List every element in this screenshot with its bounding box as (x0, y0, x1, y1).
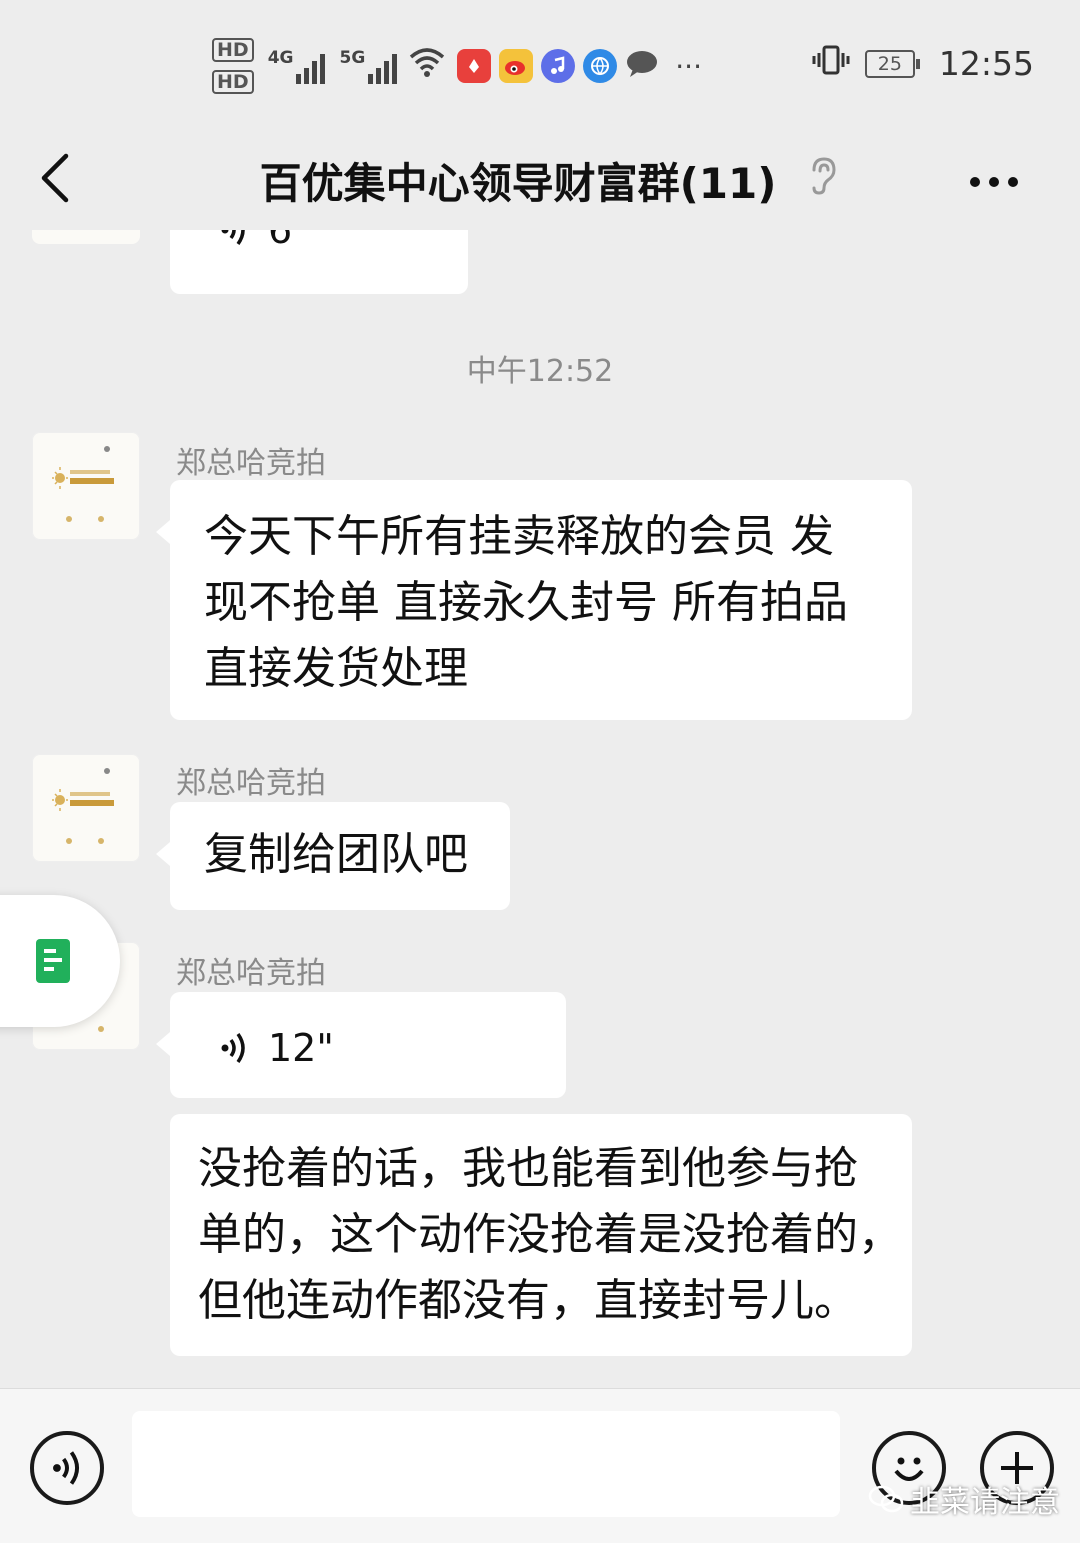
network-label-1: 4G (267, 48, 294, 68)
status-right: 25 12:55 (811, 44, 1034, 83)
signal-4g-icon: 4G (268, 48, 326, 84)
voice-message-bubble[interactable]: 6" (170, 230, 468, 294)
voice-duration: 12" (268, 1026, 334, 1070)
input-bar: 韭菜请注意 (0, 1388, 1080, 1543)
sender-name: 郑总哈竞拍 (176, 956, 326, 991)
message-text: 复制给团队吧 (204, 829, 468, 880)
voice-message: 12" (220, 1026, 334, 1070)
wechat-icon (868, 1485, 904, 1513)
earpiece-mode-icon (806, 156, 840, 196)
message-bubble[interactable]: 今天下午所有挂卖释放的会员 发 现不抢单 直接永久封号 所有拍品 直接发货处理 (156, 480, 912, 720)
logo-image (52, 789, 114, 811)
message-line: 单的，这个动作没抢着是没抢着的， (198, 1209, 902, 1260)
chat-bubble-icon (625, 49, 659, 83)
message-line: 现不抢单 直接永久封号 所有拍品 (204, 577, 848, 628)
avatar[interactable] (32, 754, 140, 862)
wifi-icon (409, 47, 445, 85)
more-icon (970, 177, 1018, 187)
voice-icon (53, 1451, 80, 1485)
avatar[interactable] (32, 432, 140, 540)
document-icon (36, 939, 70, 983)
more-options-button[interactable] (968, 160, 1020, 190)
message-line: 但他连动作都没有，直接封号儿。 (198, 1275, 858, 1326)
status-left: HD HD 4G 5G ··· (212, 38, 702, 94)
hd-badge-2: HD (212, 70, 254, 94)
sender-name: 郑总哈竞拍 (176, 766, 326, 801)
timestamp: 中午12:52 (466, 354, 614, 389)
voice-input-button[interactable] (30, 1431, 104, 1505)
message-text: 没抢着的话，我也能看到他参与抢 单的，这个动作没抢着是没抢着的， 但他连动作都没… (198, 1136, 902, 1334)
hd-badge-1: HD (212, 38, 254, 62)
message-text: 今天下午所有挂卖释放的会员 发 现不抢单 直接永久封号 所有拍品 直接发货处理 (204, 504, 848, 702)
vibrate-icon (811, 45, 851, 83)
logo-image (52, 467, 114, 489)
voice-wave-icon (221, 230, 245, 246)
chat-area[interactable]: 6" 中午12:52 郑总哈竞拍 今天下午所有挂卖释放的会员 发 现不抢单 直接… (0, 230, 1080, 1388)
voice-wave-icon (221, 1032, 245, 1064)
message-input[interactable] (132, 1411, 840, 1517)
browser-icon (583, 49, 618, 83)
status-time: 12:55 (938, 44, 1034, 83)
avatar-partial (32, 230, 140, 244)
battery-icon: 25 (864, 49, 920, 78)
message-line: 今天下午所有挂卖释放的会员 发 (204, 511, 834, 562)
message-bubble[interactable]: 复制给团队吧 (156, 802, 510, 910)
voice-message-bubble[interactable]: 12" (156, 992, 566, 1098)
hd-indicator: HD HD (212, 38, 254, 94)
music-icon (541, 49, 576, 83)
signal-5g-icon: 5G (339, 48, 398, 84)
message-line: 没抢着的话，我也能看到他参与抢 (198, 1143, 858, 1194)
status-overflow-icon: ··· (675, 49, 702, 83)
chat-header: 百优集中心领导财富群(11) (0, 130, 1080, 230)
voice-duration: 6" (268, 230, 310, 252)
status-bar: HD HD 4G 5G ··· 25 12:55 (0, 0, 1080, 130)
watermark-text: 韭菜请注意 (910, 1485, 1060, 1520)
message-line: 直接发货处理 (204, 643, 468, 694)
weibo-icon (499, 49, 534, 83)
network-label-2: 5G (339, 48, 366, 68)
sender-name: 郑总哈竞拍 (176, 446, 326, 481)
voice-message: 6" (220, 230, 310, 252)
huawei-icon (457, 49, 492, 83)
watermark: 韭菜请注意 (868, 1477, 1060, 1521)
chat-title: 百优集中心领导财富群(11) (259, 159, 777, 208)
message-bubble[interactable]: 没抢着的话，我也能看到他参与抢 单的，这个动作没抢着是没抢着的， 但他连动作都没… (170, 1114, 912, 1356)
